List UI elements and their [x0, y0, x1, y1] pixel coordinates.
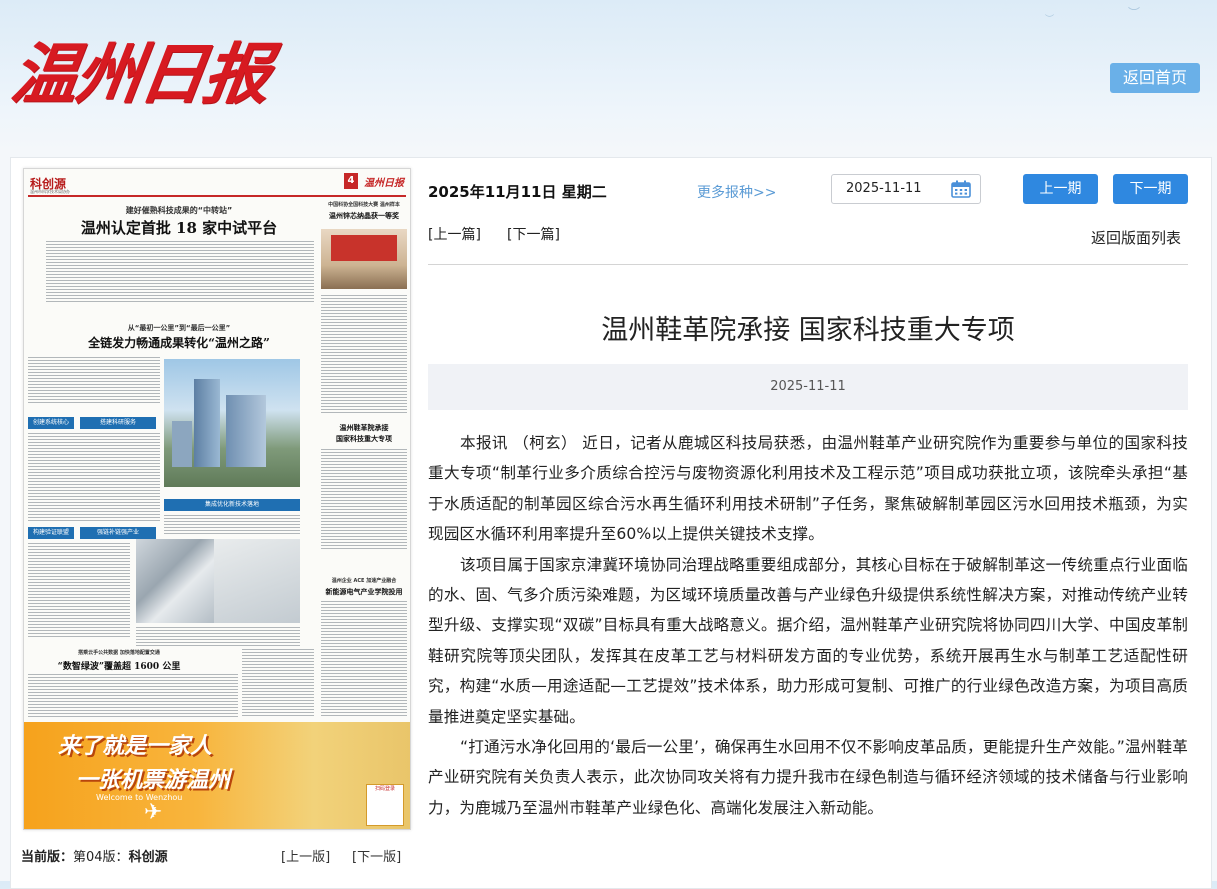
text-column [321, 295, 407, 413]
story-headline[interactable]: 全链发力畅通成果转化“温州之路” [44, 334, 314, 351]
story-headline[interactable]: 新能源电气产业学院投用 [321, 587, 407, 597]
story-kicker[interactable]: 搭乘云手公共数据 加快落地配置交通 [44, 649, 194, 656]
article-title: 温州鞋革院承接 国家科技重大专项 [601, 315, 1015, 346]
photo [136, 539, 216, 623]
advertisement-banner[interactable]: 来了就是一家人 一张机票游温州 Welcome to Wenzhou ✈ 扫码登… [24, 722, 410, 829]
article-date: 2025-11-11 [428, 364, 1188, 410]
ad-slogan: 来了就是一家人 [58, 733, 213, 759]
article-body: 本报讯 （柯玄） 近日，记者从鹿城区科技局获悉，由温州鞋革产业研究院作为重要参与… [428, 428, 1188, 823]
prev-article-link[interactable]: [上一篇] [428, 224, 481, 244]
issue-date-title: 2025年11月11日 星期二 [428, 183, 607, 201]
column-label: 创建系统核心 [28, 417, 74, 429]
text-column [28, 543, 130, 639]
calendar-icon[interactable] [951, 180, 971, 198]
story-kicker[interactable]: 中国科协全国科技大赛 温州样本 [321, 201, 407, 208]
site-header: ︶ ︶ 温州日报 返回首页 [0, 0, 1217, 150]
section-sub: 温州市科学技术局协办 [30, 189, 70, 194]
bird-icon: ︶ [1045, 15, 1055, 25]
qr-badge: 扫码登录 [366, 784, 404, 826]
text-column [28, 433, 160, 523]
current-page-name: 科创源 [128, 850, 168, 865]
text-column [46, 241, 314, 303]
ad-subtitle: Welcome to Wenzhou [96, 793, 183, 802]
article-paragraph: 本报讯 （柯玄） 近日，记者从鹿城区科技局获悉，由温州鞋革产业研究院作为重要参与… [428, 434, 1188, 544]
page-number: 4 [344, 173, 358, 189]
back-to-page-list-link[interactable]: 返回版面列表 [1091, 227, 1181, 248]
current-page-info: 当前版：第04版：科创源 [21, 846, 168, 865]
page-header-strip: 科创源 温州市科学技术局协办 4 温州日报 [28, 173, 406, 197]
column-label: 构建验证联盟 [28, 527, 74, 539]
more-newspapers-link[interactable]: 更多报种>> [697, 182, 776, 202]
photo [321, 229, 407, 289]
story-headline[interactable]: 国家科技重大专项 [321, 434, 407, 444]
home-button[interactable]: 返回首页 [1110, 63, 1200, 93]
ad-slogan: 一张机票游温州 [76, 767, 231, 793]
text-column [28, 674, 238, 718]
newspaper-page-thumbnail[interactable]: 科创源 温州市科学技术局协办 4 温州日报 建好催熟科技成果的“中转站” 温州认… [23, 168, 411, 830]
current-page-number: 第04版： [73, 850, 129, 865]
text-column [136, 627, 300, 647]
column-label: 集成优化新技术落地 [164, 499, 300, 511]
story-headline[interactable]: 温州鞋革院承接 [321, 423, 407, 433]
story-kicker[interactable]: 建好催熟科技成果的“中转站” [44, 205, 314, 216]
text-column [321, 601, 407, 716]
paper-logo: 温州日报 [364, 178, 404, 189]
text-column [242, 649, 314, 718]
main-panel: 科创源 温州市科学技术局协办 4 温州日报 建好催熟科技成果的“中转站” 温州认… [10, 157, 1212, 889]
text-column [321, 449, 407, 549]
story-headline[interactable]: 温州认定首批 18 家中试平台 [44, 217, 314, 238]
column-label: 强链补链强产业 [80, 527, 156, 539]
story-kicker[interactable]: 从“最初一公里”到“最后一公里” [44, 323, 314, 333]
prev-issue-button[interactable]: 上一期 [1023, 174, 1098, 204]
story-headline[interactable]: 温州锌芯纳晶获一等奖 [321, 211, 407, 221]
divider [428, 264, 1188, 265]
next-page-link[interactable]: [下一版] [352, 846, 401, 865]
prev-page-link[interactable]: [上一版] [281, 846, 330, 865]
masthead-logo: 温州日报 [6, 35, 274, 113]
next-issue-button[interactable]: 下一期 [1113, 174, 1188, 204]
photo [164, 359, 300, 487]
photo [214, 539, 300, 623]
current-page-label: 当前版： [21, 850, 74, 865]
text-column [164, 515, 300, 535]
bird-icon: ︶ [1128, 6, 1141, 20]
column-label: 搭建科研服务 [80, 417, 156, 429]
next-article-link[interactable]: [下一篇] [507, 224, 560, 244]
story-headline[interactable]: “数智绿波”覆盖超 1600 公里 [44, 659, 194, 672]
text-column [28, 357, 160, 403]
article-paragraph: “打通污水净化回用的‘最后一公里’，确保再生水回用不仅不影响皮革品质，更能提升生… [428, 738, 1188, 817]
airplane-icon: ✈ [144, 800, 163, 825]
article-paragraph: 该项目属于国家京津冀环境协同治理战略重要组成部分，其核心目标在于破解制革这一传统… [428, 555, 1188, 726]
story-kicker[interactable]: 温州企业 ACE 加速产业融合 [321, 577, 407, 584]
